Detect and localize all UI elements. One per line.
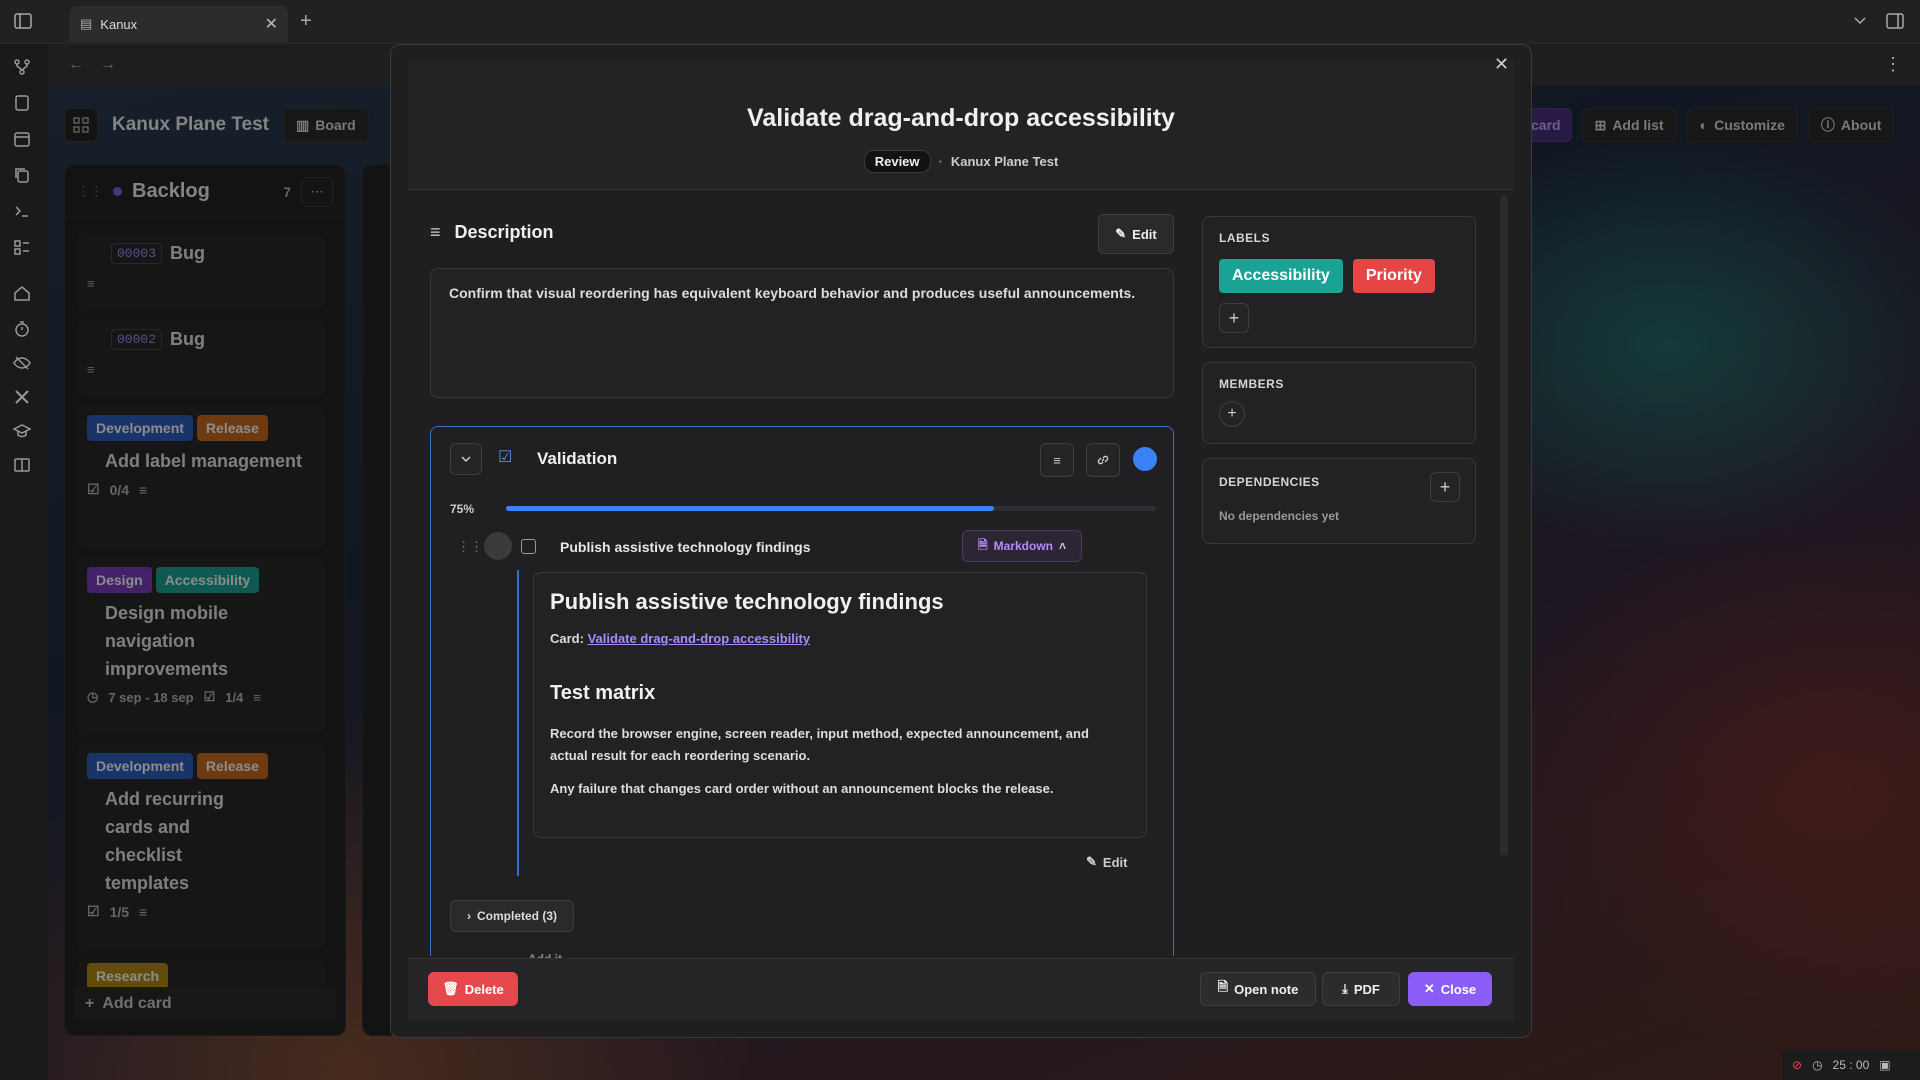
dependencies-empty: No dependencies yet <box>1219 509 1340 523</box>
chevron-right-icon: › <box>466 909 471 923</box>
pdf-label: PDF <box>1353 981 1380 997</box>
align-left-icon: ≡ <box>430 222 441 242</box>
completed-toggle[interactable]: › Completed (3) <box>450 900 574 932</box>
close-icon: ✕ <box>1423 981 1435 996</box>
progress-fill <box>506 506 994 511</box>
note-icon: 🗎 <box>1217 979 1229 994</box>
add-member-button[interactable]: + <box>1219 401 1245 427</box>
edit-description-button[interactable]: ✎ Edit <box>1098 214 1174 254</box>
markdown-toggle[interactable]: 🗎 Markdown ˄ <box>962 530 1082 562</box>
link-icon[interactable] <box>1086 443 1120 477</box>
status-bar: ⊘ ◷ 25 : 00 ▣ <box>1782 1050 1920 1080</box>
checklist-color-dot[interactable] <box>1133 447 1157 471</box>
chevron-down-icon[interactable] <box>1852 12 1868 28</box>
tab-title: Kanux <box>100 16 138 32</box>
timer-icon[interactable] <box>13 320 33 340</box>
completed-label: Completed (3) <box>476 909 557 923</box>
progress-track <box>506 506 1156 511</box>
add-dependency-button[interactable]: + <box>1430 472 1460 502</box>
labels-panel: LABELS Accessibility Priority + <box>1202 216 1476 348</box>
lock-icon[interactable]: ▣ <box>1879 1058 1890 1072</box>
calendar-icon[interactable] <box>13 130 33 150</box>
assignee-avatar[interactable] <box>484 532 512 560</box>
forward-arrow-icon[interactable]: → <box>100 56 116 74</box>
pencil-icon: ✎ <box>1086 854 1097 869</box>
description-header: ≡ Description <box>430 222 554 243</box>
eye-off-icon[interactable] <box>13 354 33 374</box>
dependencies-heading: DEPENDENCIES <box>1219 475 1320 489</box>
checkbox-list-icon: ☑ <box>498 449 513 466</box>
markdown-note: Publish assistive technology findings Ca… <box>533 572 1147 838</box>
separator-dot: · <box>938 154 943 169</box>
description-heading: Description <box>454 222 554 242</box>
members-heading: MEMBERS <box>1219 377 1284 391</box>
checklist-item-text[interactable]: Publish assistive technology findings <box>560 539 811 555</box>
branch-icon[interactable] <box>13 58 33 78</box>
close-button[interactable]: ✕ Close <box>1408 972 1492 1006</box>
members-panel: MEMBERS + <box>1202 362 1476 444</box>
board-reference: Kanux Plane Test <box>950 154 1059 169</box>
sidebar-toggle-icon[interactable] <box>14 13 32 29</box>
label-priority[interactable]: Priority <box>1352 259 1435 293</box>
terminal-icon[interactable] <box>13 202 33 222</box>
open-note-label: Open note <box>1234 981 1299 997</box>
open-note-button[interactable]: 🗎 Open note <box>1200 972 1316 1006</box>
home-icon[interactable] <box>13 284 33 304</box>
download-icon: ⤓ <box>1342 981 1348 996</box>
markdown-label: Markdown <box>993 539 1053 553</box>
card-link[interactable]: Validate drag-and-drop accessibility <box>588 631 811 646</box>
copy-icon[interactable] <box>13 166 33 186</box>
delete-label: Delete <box>464 981 504 997</box>
modal-subtitle: Review · Kanux Plane Test <box>408 150 1514 173</box>
modal-title: Validate drag-and-drop accessibility <box>747 104 1175 132</box>
progress-percent: 75% <box>450 502 475 516</box>
panel-toggle-icon[interactable] <box>1886 13 1904 29</box>
item-checkbox[interactable] <box>521 539 536 554</box>
graduation-icon[interactable] <box>13 422 33 442</box>
new-tab-button[interactable]: + <box>300 10 312 33</box>
description-text[interactable]: Confirm that visual reordering has equiv… <box>430 268 1174 398</box>
chevron-up-icon: ˄ <box>1058 539 1066 553</box>
tab-bar: ▤ Kanux ✕ + <box>0 0 1920 44</box>
document-icon[interactable] <box>13 94 33 114</box>
tab-icon: ▤ <box>80 16 93 31</box>
file-icon: 🗎 <box>977 537 988 552</box>
pdf-button[interactable]: ⤓ PDF <box>1322 972 1400 1006</box>
edit-label: Edit <box>1132 226 1157 242</box>
note-heading: Publish assistive technology findings <box>550 589 944 614</box>
delete-button[interactable]: 🗑 Delete <box>428 972 518 1006</box>
book-icon[interactable] <box>13 456 33 476</box>
checklist-title: Validation <box>537 449 618 468</box>
modal-scrollbar[interactable] <box>1500 196 1508 856</box>
matrix-paragraph: Record the browser engine, screen reader… <box>550 726 1089 763</box>
alarm-off-icon[interactable]: ⊘ <box>1792 1058 1802 1072</box>
list-icon[interactable] <box>13 238 33 258</box>
app-sidebar <box>0 44 48 1080</box>
collapse-chevron-icon[interactable] <box>450 443 482 475</box>
matrix-heading: Test matrix <box>550 682 656 704</box>
matrix-paragraph: Any failure that changes card order with… <box>550 781 1054 796</box>
edit-note-button[interactable]: ✎ Edit <box>1086 852 1127 872</box>
close-icon[interactable]: ✕ <box>1494 54 1509 75</box>
more-menu-icon[interactable]: ⋮ <box>1884 54 1902 75</box>
note-indent-bar <box>517 570 519 876</box>
back-arrow-icon[interactable]: ← <box>68 56 84 74</box>
checklist-notes-button[interactable]: ≡ <box>1040 443 1074 477</box>
status-badge: Review <box>863 150 931 173</box>
card-prefix: Card: <box>550 631 584 646</box>
label-accessibility[interactable]: Accessibility <box>1219 259 1343 293</box>
timer-icon: ◷ <box>1812 1058 1823 1072</box>
close-label: Close <box>1440 981 1477 997</box>
labels-heading: LABELS <box>1219 231 1270 245</box>
edit-label: Edit <box>1102 854 1128 870</box>
add-label-button[interactable]: + <box>1219 303 1249 333</box>
pomodoro-timer[interactable]: 25 : 00 <box>1833 1058 1870 1072</box>
pencil-icon: ✎ <box>1115 226 1127 241</box>
tools-icon[interactable] <box>13 388 33 408</box>
drag-handle-icon[interactable]: ⋮⋮ <box>457 539 483 555</box>
trash-icon: 🗑 <box>442 981 459 996</box>
browser-tab[interactable]: ▤ Kanux ✕ <box>70 6 288 42</box>
close-tab-icon[interactable]: ✕ <box>265 14 278 34</box>
